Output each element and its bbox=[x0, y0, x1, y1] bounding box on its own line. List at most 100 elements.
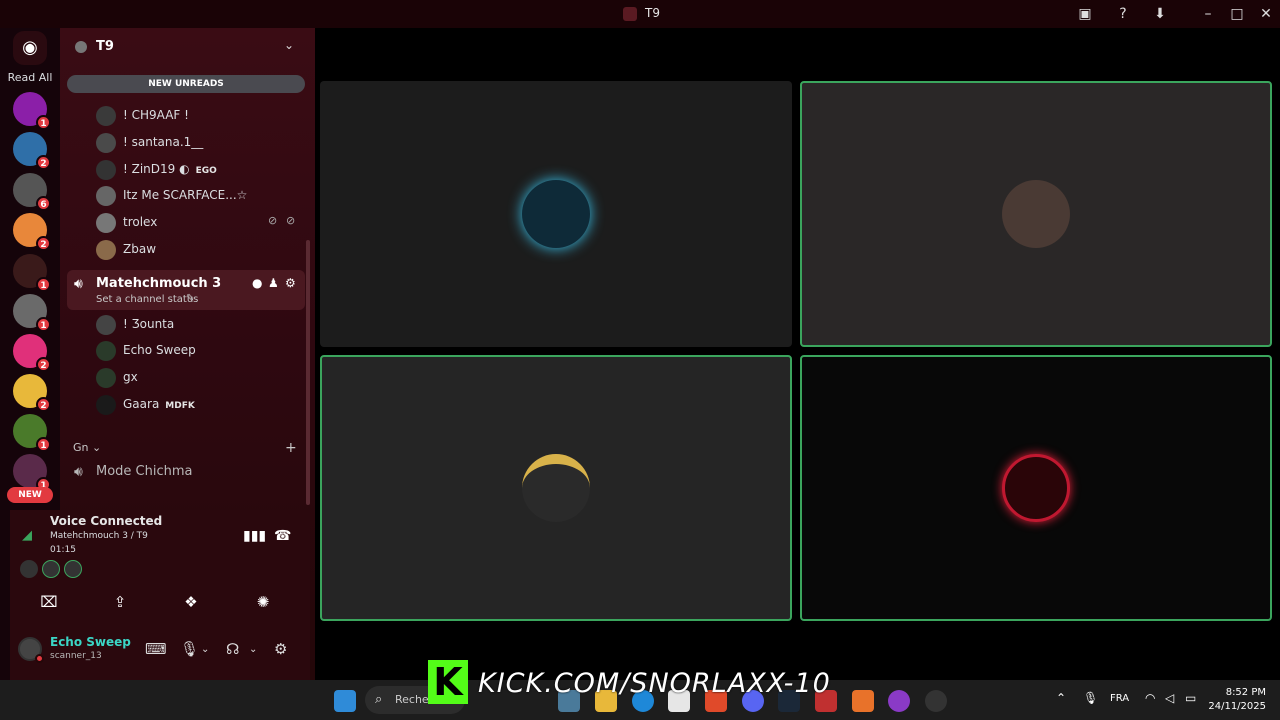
maximize-icon[interactable]: □ bbox=[1228, 5, 1246, 23]
pencil-icon[interactable]: ✎ bbox=[186, 293, 194, 304]
unread-badge: 2 bbox=[36, 357, 51, 372]
microphone-icon[interactable]: 🎙︎ bbox=[180, 640, 199, 658]
close-icon[interactable]: ✕ bbox=[1257, 5, 1275, 23]
server-icon[interactable]: 1 bbox=[13, 414, 51, 452]
gear-icon[interactable]: ⚙ bbox=[285, 276, 296, 290]
server-icon[interactable]: 1 bbox=[13, 254, 51, 292]
kick-overlay-text: KICK.COM/SNORLAXX-10 bbox=[478, 668, 831, 699]
add-channel-icon[interactable]: + bbox=[285, 440, 297, 456]
avatar[interactable] bbox=[64, 560, 82, 578]
disconnect-icon[interactable]: ☎ bbox=[274, 528, 291, 544]
server-name[interactable]: T9 bbox=[96, 39, 114, 54]
member-name: Echo Sweep bbox=[123, 343, 196, 357]
channel-status-link[interactable]: Set a channel status bbox=[96, 294, 198, 305]
category-header[interactable]: Gn ⌄ bbox=[73, 441, 101, 454]
server-icon[interactable]: 1 bbox=[13, 454, 51, 492]
user-display-name[interactable]: Echo Sweep bbox=[50, 635, 131, 649]
member-name-text: Zbaw bbox=[123, 242, 157, 256]
language-indicator[interactable]: FRA bbox=[1110, 693, 1129, 704]
chevron-down-icon[interactable]: ⌄ bbox=[249, 644, 257, 655]
avatar bbox=[96, 106, 116, 126]
server-icon[interactable]: 6 bbox=[13, 173, 51, 211]
voice-member[interactable]: gx bbox=[96, 366, 306, 390]
voice-channel-path[interactable]: Matehchmouch 3 / T9 bbox=[50, 531, 148, 541]
app-icon[interactable] bbox=[852, 690, 874, 712]
spotify-icon[interactable] bbox=[888, 690, 910, 712]
member-name: ! Ʒounta bbox=[123, 317, 174, 331]
participant-tile[interactable] bbox=[320, 81, 792, 347]
participant-tile[interactable] bbox=[800, 355, 1272, 621]
voice-member[interactable]: ! santana.1__ bbox=[96, 131, 306, 155]
chevron-down-icon[interactable]: ⌄ bbox=[284, 38, 294, 52]
voice-channel-name[interactable]: Matehchmouch 3 bbox=[96, 276, 221, 291]
avatar bbox=[96, 213, 116, 233]
avatar bbox=[522, 454, 590, 522]
member-name-text: ! Ʒounta bbox=[123, 317, 175, 331]
deafened-icon: ⊘ bbox=[286, 214, 296, 227]
unread-badge: 1 bbox=[36, 115, 51, 130]
voice-channel-name[interactable]: Mode Chichma bbox=[96, 464, 193, 479]
microphone-icon[interactable]: 🎙︎ bbox=[1083, 691, 1098, 705]
camera-off-button[interactable]: ⌧ bbox=[24, 590, 74, 614]
voice-member[interactable]: Itz Me SCARFACE...☆ bbox=[96, 184, 306, 208]
screen-share-button[interactable]: ⇪ bbox=[95, 590, 145, 614]
new-unreads-banner[interactable]: NEW UNREADS bbox=[67, 75, 305, 93]
activities-button[interactable]: ❖ bbox=[166, 590, 216, 614]
avatar bbox=[96, 186, 116, 206]
server-icon[interactable]: 2 bbox=[13, 213, 51, 251]
chat-icon[interactable]: ● bbox=[252, 276, 262, 290]
voice-member[interactable]: Echo Sweep bbox=[96, 339, 306, 363]
server-icon[interactable]: 1 bbox=[13, 294, 51, 332]
gamepad-icon[interactable]: ⌨ bbox=[145, 640, 167, 658]
server-icon[interactable]: 2 bbox=[13, 132, 51, 170]
search-icon: ⌕ bbox=[375, 692, 383, 707]
signal-icon[interactable]: ◢ bbox=[22, 528, 32, 543]
server-icon[interactable]: 2 bbox=[13, 374, 51, 412]
help-icon[interactable]: ? bbox=[1114, 5, 1132, 23]
inbox-icon[interactable]: ▣ bbox=[1076, 5, 1094, 23]
avatar bbox=[96, 341, 116, 361]
unread-badge: 1 bbox=[36, 277, 51, 292]
avatar bbox=[96, 315, 116, 335]
new-badge[interactable]: NEW bbox=[7, 487, 53, 503]
start-icon[interactable] bbox=[334, 690, 356, 712]
volume-icon[interactable]: ◁ bbox=[1165, 691, 1174, 705]
minimize-icon[interactable]: – bbox=[1199, 5, 1217, 23]
server-icon[interactable]: 2 bbox=[13, 334, 51, 372]
wifi-icon[interactable]: ◠ bbox=[1145, 691, 1155, 705]
soundboard-button[interactable]: ✺ bbox=[238, 590, 288, 614]
participant-tile[interactable] bbox=[320, 355, 792, 621]
update-icon[interactable]: ⬇ bbox=[1151, 5, 1169, 23]
member-name: gx bbox=[123, 370, 138, 384]
member-name-text: trolex bbox=[123, 215, 158, 229]
member-name: ! CH9AAF ! bbox=[123, 108, 189, 122]
unread-badge: 1 bbox=[36, 317, 51, 332]
chevron-down-icon[interactable]: ⌄ bbox=[201, 644, 209, 655]
voice-member[interactable]: ! CH9AAF ! bbox=[96, 104, 306, 128]
clock-time[interactable]: 8:52 PM bbox=[1222, 687, 1266, 698]
discord-home-icon[interactable]: ◉ bbox=[13, 31, 47, 65]
noise-suppression-icon[interactable]: ▮▮▮ bbox=[243, 528, 266, 544]
settings-icon[interactable]: ⚙ bbox=[274, 640, 287, 658]
member-name: ! ZinD19 ◐ EGO bbox=[123, 162, 217, 176]
clock-date[interactable]: 24/11/2025 bbox=[1206, 701, 1266, 712]
member-name-text: gx bbox=[123, 370, 138, 384]
app-icon[interactable] bbox=[925, 690, 947, 712]
headphones-icon[interactable]: ☊ bbox=[226, 640, 239, 658]
invite-icon[interactable]: ♟ bbox=[268, 276, 279, 290]
participant-tile[interactable] bbox=[800, 81, 1272, 347]
server-icon[interactable]: 1 bbox=[13, 92, 51, 130]
scrollbar[interactable] bbox=[306, 240, 310, 505]
avatar[interactable] bbox=[42, 560, 60, 578]
chevron-up-icon[interactable]: ⌃ bbox=[1056, 691, 1066, 705]
voice-member[interactable]: ! ZinD19 ◐ EGO bbox=[96, 158, 306, 182]
unread-badge: 2 bbox=[36, 236, 51, 251]
read-all-button[interactable]: Read All bbox=[4, 71, 56, 84]
voice-member[interactable]: Zbaw bbox=[96, 238, 306, 262]
avatar[interactable] bbox=[20, 560, 38, 578]
unread-badge: 2 bbox=[36, 397, 51, 412]
voice-member[interactable]: ! Ʒounta bbox=[96, 313, 306, 337]
battery-icon[interactable]: ▭ bbox=[1185, 691, 1196, 705]
member-name-text: Echo Sweep bbox=[123, 343, 196, 357]
voice-member[interactable]: Gaara MDFK bbox=[96, 393, 306, 417]
